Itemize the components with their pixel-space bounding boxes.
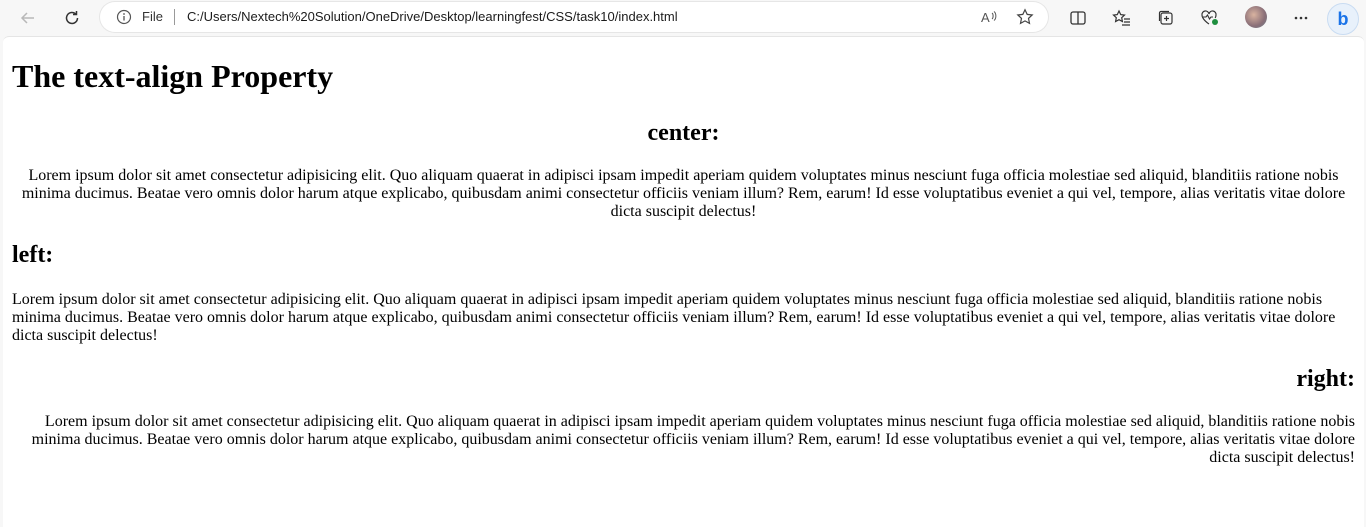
page-viewport: The text-align Property center: Lorem ip…: [3, 36, 1364, 527]
collections-icon[interactable]: [1154, 6, 1178, 30]
back-arrow-icon[interactable]: [16, 6, 40, 30]
center-paragraph: Lorem ipsum dolor sit amet consectetur a…: [21, 167, 1346, 220]
page-content: The text-align Property center: Lorem ip…: [3, 57, 1364, 467]
address-file-label: File: [142, 9, 163, 24]
split-screen-icon[interactable]: [1066, 6, 1090, 30]
bing-icon[interactable]: b: [1327, 3, 1359, 35]
address-url[interactable]: C:/Users/Nextech%20Solution/OneDrive/Des…: [187, 9, 678, 24]
heart-pulse-icon[interactable]: [1198, 6, 1222, 30]
center-heading: center:: [647, 120, 720, 146]
favorites-list-icon[interactable]: [1110, 6, 1134, 30]
right-heading: right:: [1296, 366, 1355, 392]
browser-toolbar: File C:/Users/Nextech%20Solution/OneDriv…: [0, 0, 1366, 36]
refresh-icon[interactable]: [60, 6, 84, 30]
right-paragraph: Lorem ipsum dolor sit amet consectetur a…: [31, 413, 1355, 466]
address-divider: [174, 9, 175, 25]
avatar[interactable]: [1245, 6, 1267, 28]
page-title: The text-align Property: [12, 58, 334, 94]
left-heading: left:: [12, 242, 54, 268]
star-icon[interactable]: [1016, 8, 1034, 30]
address-bar[interactable]: File C:/Users/Nextech%20Solution/OneDriv…: [100, 2, 1048, 32]
info-icon[interactable]: [116, 9, 132, 29]
svg-text:A: A: [981, 10, 990, 25]
left-paragraph: Lorem ipsum dolor sit amet consectetur a…: [12, 291, 1336, 344]
more-icon[interactable]: [1289, 6, 1313, 30]
read-aloud-icon[interactable]: A: [980, 8, 998, 30]
